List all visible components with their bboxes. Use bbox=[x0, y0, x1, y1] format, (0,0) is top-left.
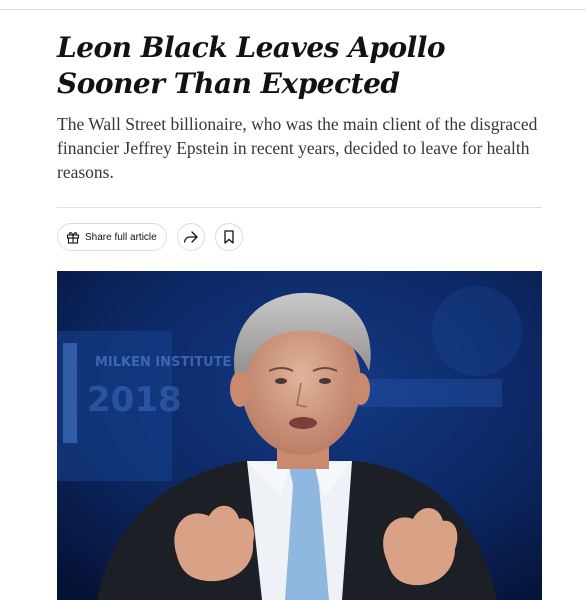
top-divider bbox=[0, 9, 586, 10]
article-toolbar: Share full article bbox=[57, 223, 243, 251]
article-headline: Leon Black Leaves Apollo Sooner Than Exp… bbox=[57, 31, 446, 100]
share-button[interactable] bbox=[176, 223, 205, 251]
section-divider bbox=[57, 207, 542, 208]
save-bookmark-button[interactable] bbox=[214, 223, 243, 251]
bookmark-icon bbox=[223, 230, 235, 244]
backdrop-event-text: MILKEN INSTITUTE bbox=[95, 355, 231, 370]
share-full-article-label: Share full article bbox=[85, 231, 157, 243]
share-full-article-button[interactable]: Share full article bbox=[57, 223, 167, 251]
article-photo: MILKEN INSTITUTE 2018 bbox=[57, 271, 542, 600]
gift-icon bbox=[66, 230, 80, 244]
share-arrow-icon bbox=[183, 230, 199, 244]
backdrop-year-text: 2018 bbox=[87, 380, 182, 420]
article-summary: The Wall Street billionaire, who was the… bbox=[57, 114, 538, 182]
